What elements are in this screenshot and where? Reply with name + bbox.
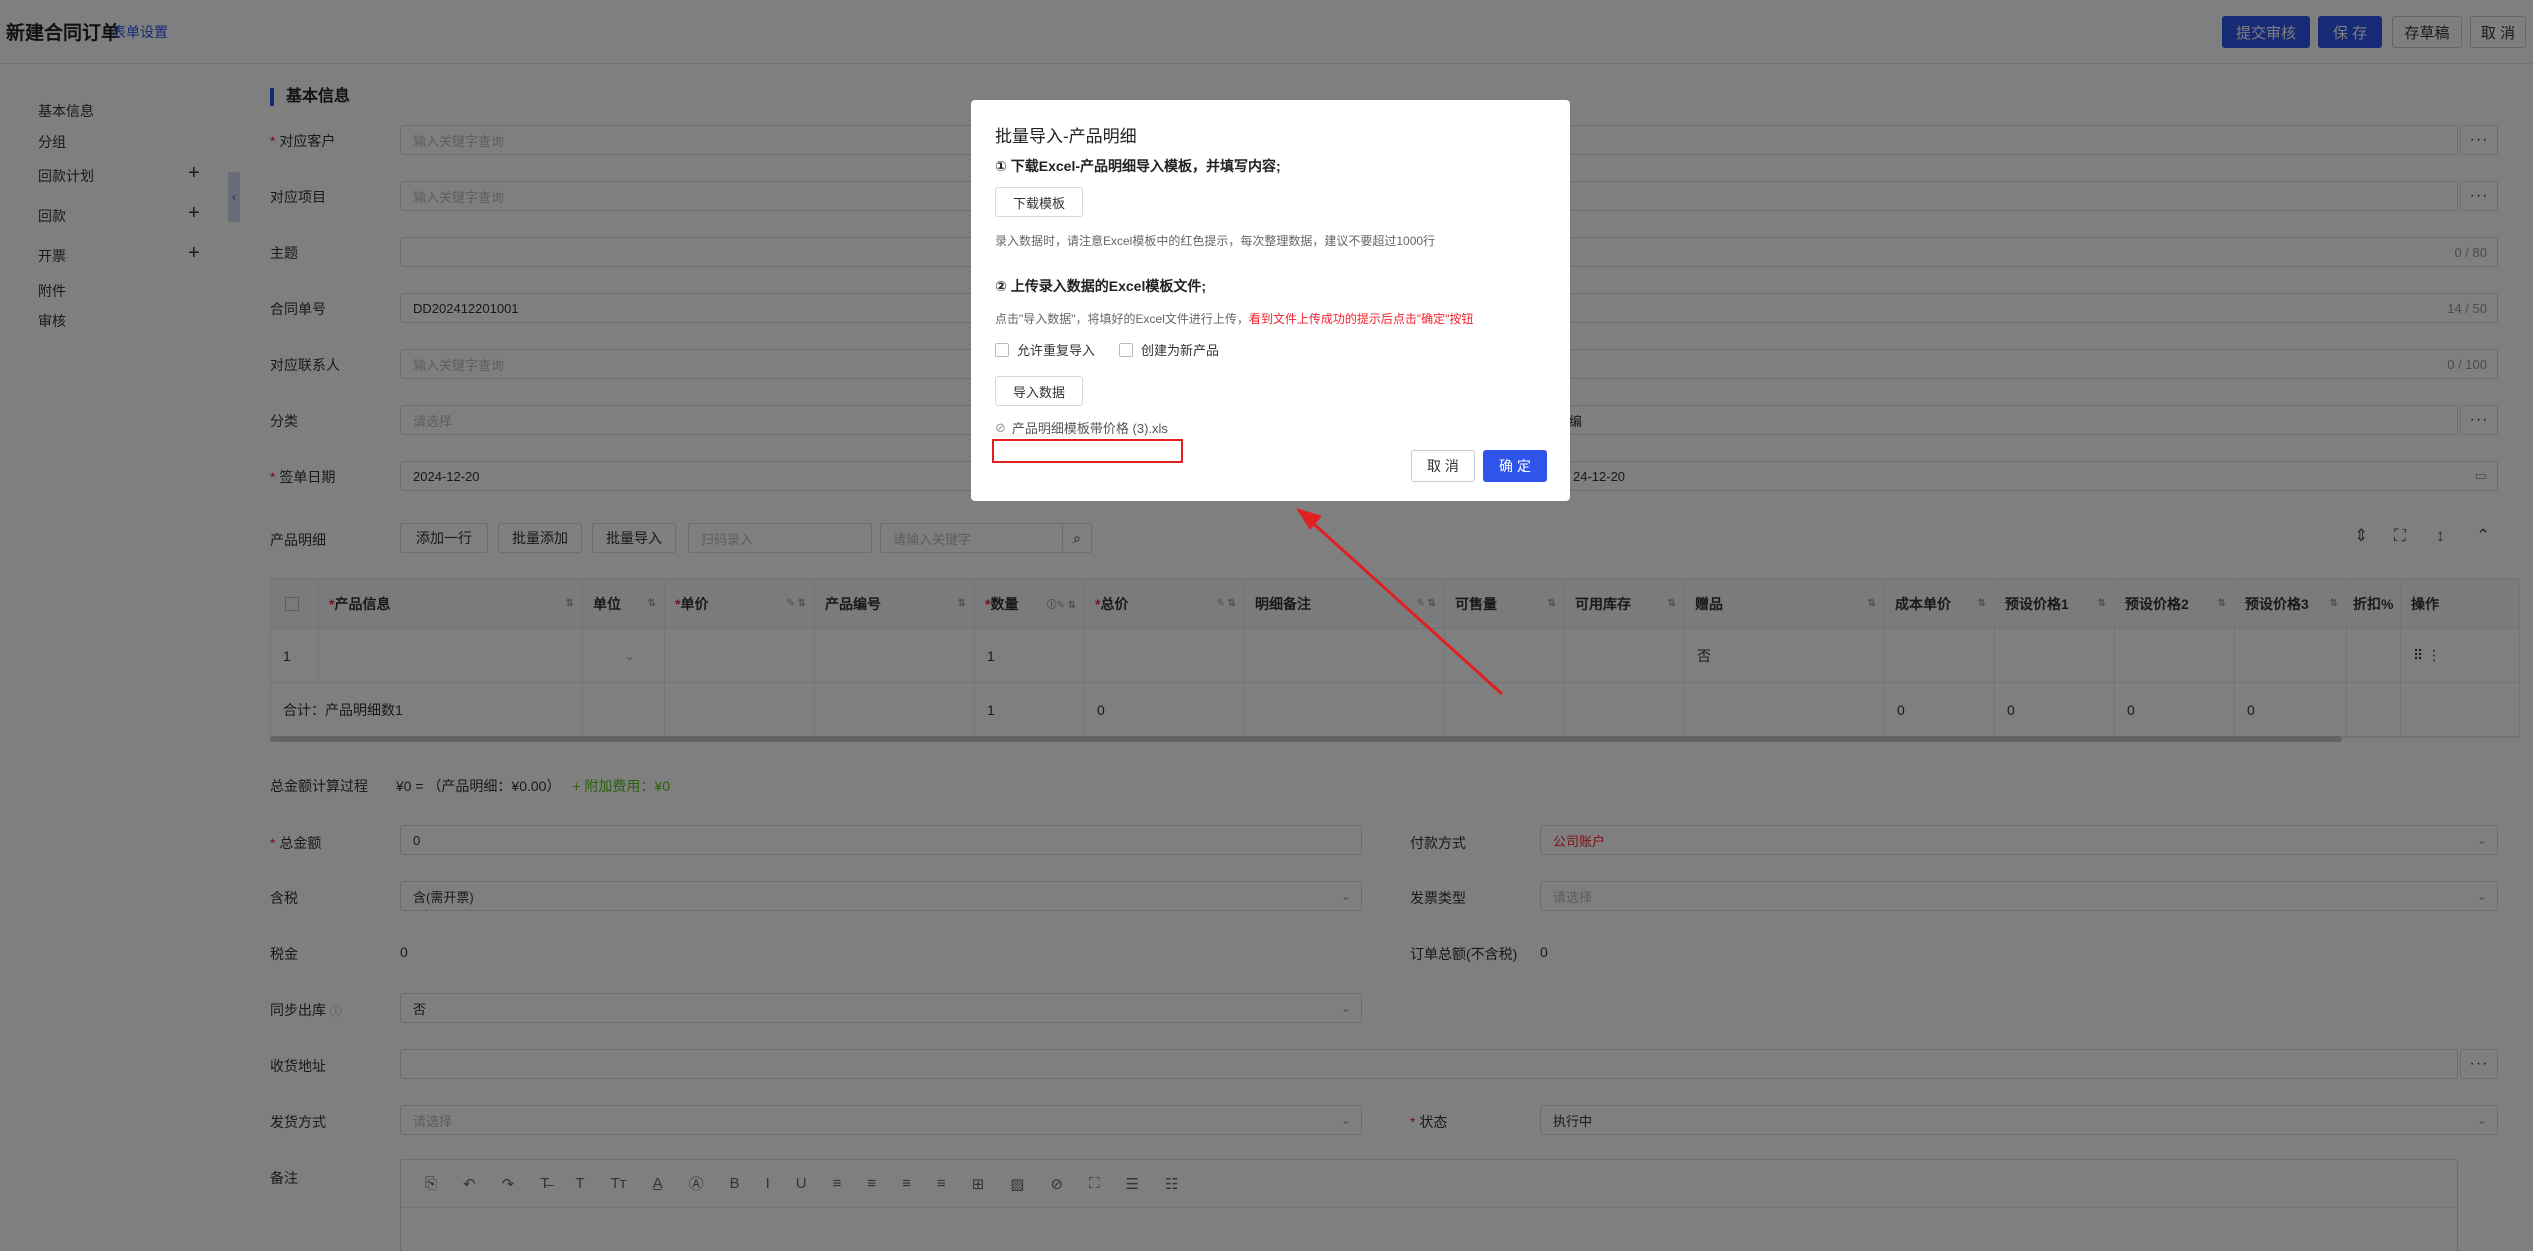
annotation-arrow bbox=[1296, 508, 1504, 696]
